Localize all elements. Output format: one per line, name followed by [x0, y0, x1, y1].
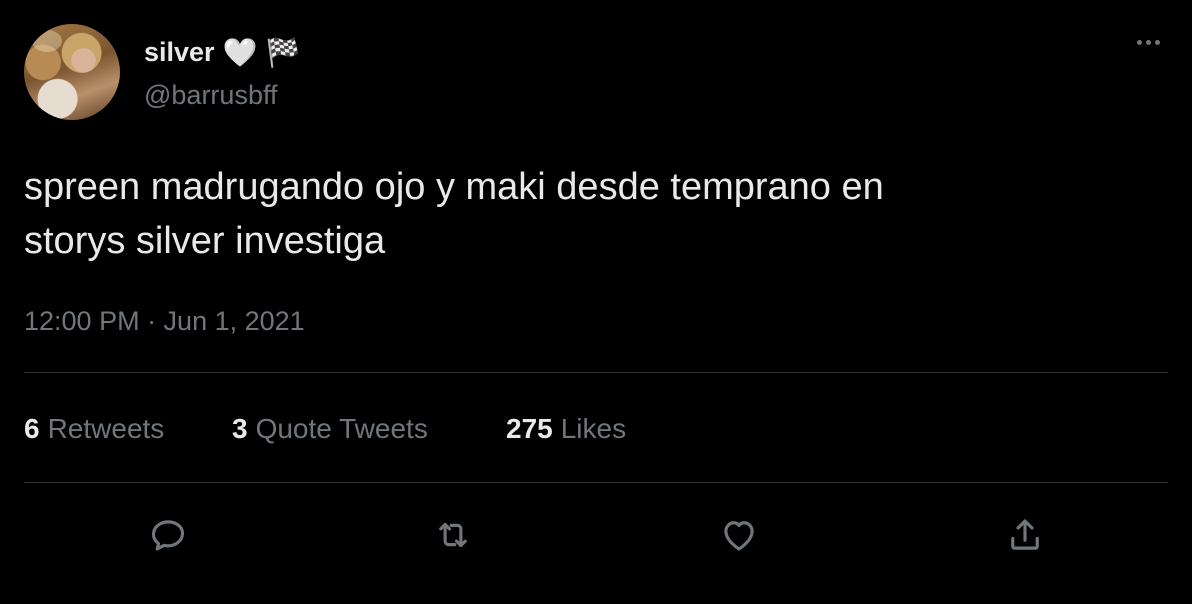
- action-bar: [0, 504, 1192, 564]
- timestamp[interactable]: 12:00 PM · Jun 1, 2021: [24, 306, 305, 337]
- display-name-text: silver: [144, 37, 215, 67]
- quote-tweets-stat[interactable]: 3 Quote Tweets: [232, 413, 506, 445]
- retweet-icon[interactable]: [430, 512, 476, 558]
- more-dot: [1145, 39, 1151, 45]
- retweets-count: 6: [24, 413, 40, 444]
- like-icon-svg: [724, 521, 754, 551]
- divider: [24, 372, 1168, 373]
- quote-tweets-count: 3: [232, 413, 248, 444]
- user-handle[interactable]: @barrusbff: [144, 80, 277, 111]
- share-icon[interactable]: [1002, 512, 1048, 558]
- likes-count: 275: [506, 413, 553, 444]
- likes-stat[interactable]: 275 Likes: [506, 413, 626, 445]
- avatar-highlight: [32, 30, 62, 52]
- white-heart-emoji: 🤍: [222, 36, 258, 69]
- more-icon[interactable]: [1128, 30, 1168, 54]
- tweet-text: spreen madrugando ojo y maki desde tempr…: [24, 160, 1144, 268]
- retweet-icon-svg: [439, 522, 467, 548]
- divider: [24, 482, 1168, 483]
- avatar[interactable]: [24, 24, 120, 120]
- share-icon-svg: [1011, 519, 1039, 550]
- more-dot: [1136, 39, 1142, 45]
- engagement-stats: 6 Retweets 3 Quote Tweets 275 Likes: [24, 413, 626, 445]
- retweets-stat[interactable]: 6 Retweets: [24, 413, 232, 445]
- quote-tweets-label: Quote Tweets: [255, 413, 428, 444]
- checkered-flag-emoji: 🏁: [265, 36, 301, 69]
- reply-icon[interactable]: [145, 512, 191, 558]
- retweets-label: Retweets: [47, 413, 165, 444]
- likes-label: Likes: [560, 413, 627, 444]
- more-dot: [1154, 39, 1160, 45]
- like-icon[interactable]: [716, 512, 762, 558]
- tweet-text-line: storys silver investiga: [24, 220, 386, 262]
- tweet-text-line: spreen madrugando ojo y maki desde tempr…: [24, 166, 884, 208]
- reply-icon-svg: [151, 520, 185, 551]
- display-name[interactable]: silver 🤍 🏁: [144, 36, 300, 69]
